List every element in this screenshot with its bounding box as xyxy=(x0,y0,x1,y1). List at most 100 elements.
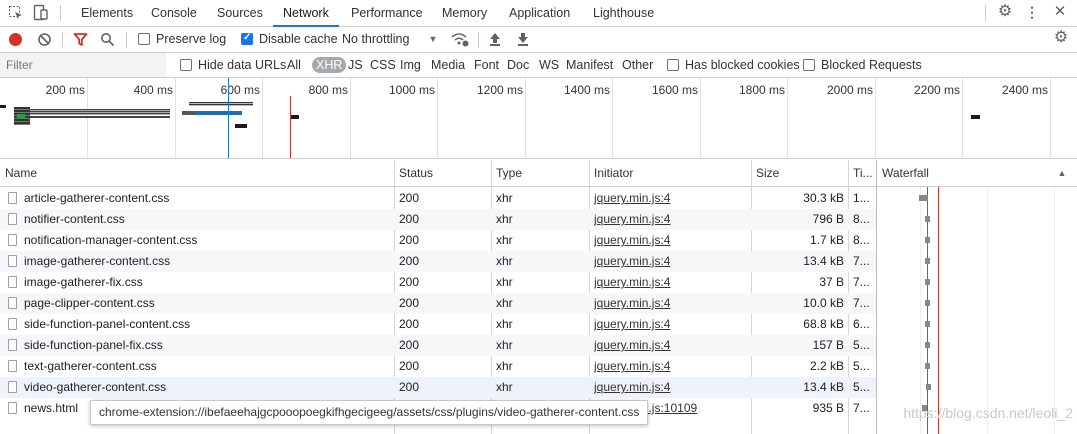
name-cell: side-function-panel-content.css xyxy=(24,317,191,331)
initiator-cell[interactable]: jquery.min.js:4 xyxy=(594,314,746,335)
waterfall-bar xyxy=(925,237,930,243)
tab-application[interactable]: Application xyxy=(509,0,570,26)
type-filter-other[interactable]: Other xyxy=(622,57,653,73)
disable-cache-label[interactable]: Disable cache xyxy=(259,32,338,46)
waterfall-bar xyxy=(925,321,930,327)
disable-cache-checkbox[interactable] xyxy=(241,32,253,45)
waterfall-bar xyxy=(925,300,930,306)
size-cell: 30.3 kB xyxy=(803,191,844,205)
clear-icon[interactable] xyxy=(37,32,52,47)
tab-performance[interactable]: Performance xyxy=(351,0,423,26)
table-row[interactable]: article-gatherer-content.css 200 xhr jquery… xyxy=(0,188,876,209)
tick-label: 800 ms xyxy=(308,83,348,97)
initiator-cell[interactable]: jquery.min.js:4 xyxy=(594,293,746,314)
type-filter-manifest[interactable]: Manifest xyxy=(566,57,613,73)
column-header-type[interactable]: Type xyxy=(491,160,589,187)
column-header-time[interactable]: Ti... xyxy=(848,160,877,187)
filter-icon[interactable] xyxy=(73,32,88,47)
has-blocked-cookies-label[interactable]: Has blocked cookies xyxy=(685,58,800,72)
table-row[interactable]: notifier-content.css 200 xhr jquery.min.js:… xyxy=(0,209,876,230)
overview-request-bar xyxy=(30,116,170,118)
timeline-overview[interactable]: 200 ms 400 ms 600 ms 800 ms 1000 ms 1200… xyxy=(0,78,1077,159)
initiator-cell[interactable]: jquery.min.js:4 xyxy=(594,230,746,251)
initiator-cell[interactable]: jquery.min.js:4 xyxy=(594,209,746,230)
type-filter-font[interactable]: Font xyxy=(474,57,499,73)
initiator-cell[interactable]: jquery.min.js:4 xyxy=(594,188,746,209)
filter-bar: Hide data URLs All XHR JS CSS Img Media … xyxy=(0,53,1077,78)
inspect-element-icon[interactable] xyxy=(8,5,24,21)
chevron-down-icon[interactable]: ▼ xyxy=(428,32,438,46)
network-settings-gear-icon[interactable]: ⚙ xyxy=(1053,30,1069,46)
blocked-requests-checkbox[interactable] xyxy=(803,59,815,71)
name-cell: article-gatherer-content.css xyxy=(24,191,170,205)
time-cell: 7... xyxy=(853,296,870,310)
waterfall-bar xyxy=(925,258,930,264)
tab-console[interactable]: Console xyxy=(151,0,197,26)
table-row[interactable]: text-gatherer-content.css 200 xhr jquery.mi… xyxy=(0,356,876,377)
initiator-cell[interactable]: jquery.min.js:4 xyxy=(594,272,746,293)
close-icon[interactable]: ✕ xyxy=(1053,4,1067,20)
table-row[interactable]: side-function-panel-content.css 200 xhr jqu… xyxy=(0,314,876,335)
size-cell: 37 B xyxy=(819,275,844,289)
type-filter-media[interactable]: Media xyxy=(431,57,465,73)
column-header-size[interactable]: Size xyxy=(751,160,848,187)
overview-request-bar xyxy=(290,115,299,119)
column-header-status[interactable]: Status xyxy=(394,160,491,187)
name-cell: notifier-content.css xyxy=(24,212,125,226)
initiator-cell[interactable]: jquery.min.js:4 xyxy=(594,356,746,377)
tab-lighthouse[interactable]: Lighthouse xyxy=(593,0,654,26)
tab-network[interactable]: Network xyxy=(273,0,339,27)
type-cell: xhr xyxy=(496,212,513,226)
table-row[interactable]: notification-manager-content.css 200 xhr jq… xyxy=(0,230,876,251)
status-cell: 200 xyxy=(399,338,420,352)
type-filter-ws[interactable]: WS xyxy=(539,57,559,73)
tab-sources[interactable]: Sources xyxy=(217,0,263,26)
preserve-log-checkbox[interactable] xyxy=(138,33,150,45)
hide-data-urls-label[interactable]: Hide data URLs xyxy=(198,58,286,72)
preserve-log-label[interactable]: Preserve log xyxy=(156,32,226,46)
settings-gear-icon[interactable]: ⚙ xyxy=(997,4,1013,20)
initiator-cell[interactable]: jquery.min.js:4 xyxy=(594,335,746,356)
tab-elements[interactable]: Elements xyxy=(81,0,133,26)
waterfall-dom-content-loaded-line xyxy=(927,187,928,434)
device-toolbar-icon[interactable] xyxy=(33,4,49,22)
search-icon[interactable] xyxy=(100,32,115,47)
column-header-initiator[interactable]: Initiator xyxy=(589,160,751,187)
table-row[interactable]: image-gatherer-content.css 200 xhr jquery.m… xyxy=(0,251,876,272)
type-filter-css[interactable]: CSS xyxy=(370,57,396,73)
type-filter-js[interactable]: JS xyxy=(348,57,363,73)
throttling-select[interactable]: No throttling xyxy=(342,32,409,46)
table-row[interactable]: page-clipper-content.css 200 xhr jquery.min… xyxy=(0,293,876,314)
initiator-cell[interactable]: jquery.min.js:4 xyxy=(594,251,746,272)
tick-label: 200 ms xyxy=(45,83,85,97)
filter-input[interactable] xyxy=(0,53,166,77)
record-icon[interactable] xyxy=(9,33,22,46)
waterfall-bar xyxy=(926,384,931,390)
more-options-icon[interactable]: ⋮ xyxy=(1025,4,1039,20)
initiator-cell[interactable]: jquery.min.js:4 xyxy=(594,377,746,398)
table-row[interactable]: image-gatherer-fix.css 200 xhr jquery.min.j… xyxy=(0,272,876,293)
hide-data-urls-checkbox[interactable] xyxy=(180,59,192,71)
time-cell: 7... xyxy=(853,254,870,268)
waterfall-load-line xyxy=(938,187,939,434)
column-header-name[interactable]: Name xyxy=(0,160,394,187)
table-row[interactable]: video-gatherer-content.css 200 xhr jquery.m… xyxy=(0,377,876,398)
tick-label: 2400 ms xyxy=(1001,83,1048,97)
type-filter-doc[interactable]: Doc xyxy=(507,57,529,73)
tab-memory[interactable]: Memory xyxy=(442,0,487,26)
name-cell: image-gatherer-fix.css xyxy=(24,275,143,289)
export-har-icon[interactable] xyxy=(517,31,529,47)
import-har-icon[interactable] xyxy=(489,31,501,47)
network-conditions-icon[interactable] xyxy=(451,31,469,47)
table-row[interactable]: side-function-panel-fix.css 200 xhr jquery.… xyxy=(0,335,876,356)
type-filter-xhr[interactable]: XHR xyxy=(312,57,347,73)
overview-request-bar xyxy=(17,114,25,119)
tick-label: 1400 ms xyxy=(563,83,610,97)
overview-request-bar xyxy=(971,115,980,119)
type-filter-all[interactable]: All xyxy=(287,57,301,73)
has-blocked-cookies-checkbox[interactable] xyxy=(667,59,679,71)
type-filter-img[interactable]: Img xyxy=(400,57,421,73)
column-header-waterfall[interactable]: Waterfall xyxy=(877,160,1077,187)
sort-ascending-icon[interactable]: ▲ xyxy=(1057,168,1067,178)
blocked-requests-label[interactable]: Blocked Requests xyxy=(821,58,922,72)
